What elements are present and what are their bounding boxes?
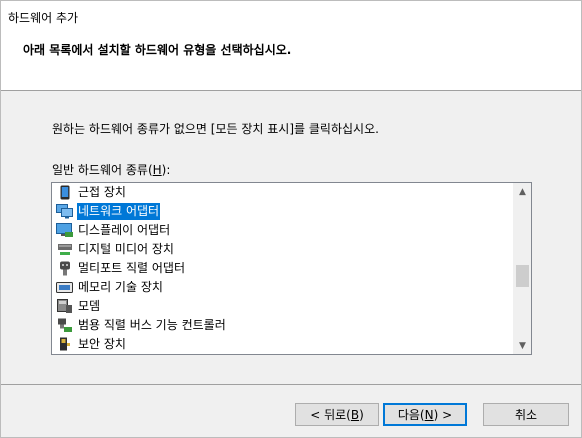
back-button[interactable]: < 뒤로(B)	[295, 403, 379, 426]
list-item-label: 디지털 미디어 장치	[78, 242, 174, 256]
multiport-serial-adapter-icon	[56, 261, 74, 277]
vertical-scrollbar[interactable]: ▲ ▼	[513, 183, 531, 354]
next-label-prefix: 다음(	[397, 408, 425, 422]
list-item[interactable]: 근접 장치	[52, 183, 514, 202]
list-item[interactable]: 디지털 미디어 장치	[52, 240, 514, 259]
memory-technology-device-icon	[56, 280, 74, 296]
list-item-label: 멀티포트 직렬 어댑터	[78, 261, 185, 275]
list-item-label: 근접 장치	[78, 185, 126, 199]
footer-separator	[1, 384, 581, 385]
list-item-label: 디스플레이 어댑터	[78, 223, 171, 237]
proximity-device-icon	[56, 185, 74, 201]
list-item-label: 네트워크 어댑터	[77, 203, 161, 220]
modem-icon	[56, 299, 74, 315]
list-item-label: 범용 직렬 버스 기능 컨트롤러	[78, 318, 226, 332]
list-item[interactable]: 보안 장치	[52, 335, 514, 354]
list-item[interactable]: 메모리 기술 장치	[52, 278, 514, 297]
scroll-up-arrow-icon[interactable]: ▲	[514, 183, 531, 200]
security-device-icon	[56, 337, 74, 353]
next-button[interactable]: 다음(N) >	[383, 403, 467, 426]
list-item-label: 메모리 기술 장치	[78, 280, 163, 294]
display-adapter-icon	[56, 223, 74, 239]
wizard-header: 하드웨어 추가 아래 목록에서 설치할 하드웨어 유형을 선택하십시오.	[1, 1, 581, 91]
hardware-types-label: 일반 하드웨어 종류(H):	[52, 161, 170, 178]
usb-function-controller-icon	[56, 318, 74, 334]
label-prefix: 일반 하드웨어 종류(	[52, 163, 153, 177]
hardware-types-list[interactable]: 근접 장치 네트워크 어댑터 디스플레이 어댑터 디지털 미디어 장치 멀티포트…	[51, 182, 532, 355]
instruction-text: 원하는 하드웨어 종류가 없으면 [모든 장치 표시]를 클릭하십시오.	[52, 122, 379, 136]
add-hardware-dialog: 하드웨어 추가 아래 목록에서 설치할 하드웨어 유형을 선택하십시오. 원하는…	[0, 0, 582, 438]
wizard-subtitle: 아래 목록에서 설치할 하드웨어 유형을 선택하십시오.	[23, 43, 292, 57]
list-item[interactable]: 멀티포트 직렬 어댑터	[52, 259, 514, 278]
list-item[interactable]: 범용 직렬 버스 기능 컨트롤러	[52, 316, 514, 335]
list-item-label: 모뎀	[78, 299, 101, 313]
list-item[interactable]: 모뎀	[52, 297, 514, 316]
scroll-down-arrow-icon[interactable]: ▼	[514, 337, 531, 354]
back-label-prefix: < 뒤로(	[310, 408, 351, 422]
label-suffix: ):	[161, 163, 171, 177]
scrollbar-thumb[interactable]	[516, 265, 529, 287]
next-accesskey: N	[424, 407, 434, 422]
list-item[interactable]: 네트워크 어댑터	[52, 202, 514, 221]
cancel-button[interactable]: 취소	[483, 403, 569, 426]
list-item-label: 보안 장치	[78, 337, 126, 351]
network-adapter-icon	[56, 204, 74, 220]
digital-media-device-icon	[56, 242, 74, 258]
back-label-suffix: )	[359, 407, 364, 422]
label-accesskey: H	[152, 163, 162, 177]
window-title: 하드웨어 추가	[8, 11, 79, 25]
back-accesskey: B	[350, 407, 360, 422]
list-item[interactable]: 디스플레이 어댑터	[52, 221, 514, 240]
next-label-suffix: ) >	[433, 407, 453, 422]
list-items: 근접 장치 네트워크 어댑터 디스플레이 어댑터 디지털 미디어 장치 멀티포트…	[52, 183, 514, 354]
